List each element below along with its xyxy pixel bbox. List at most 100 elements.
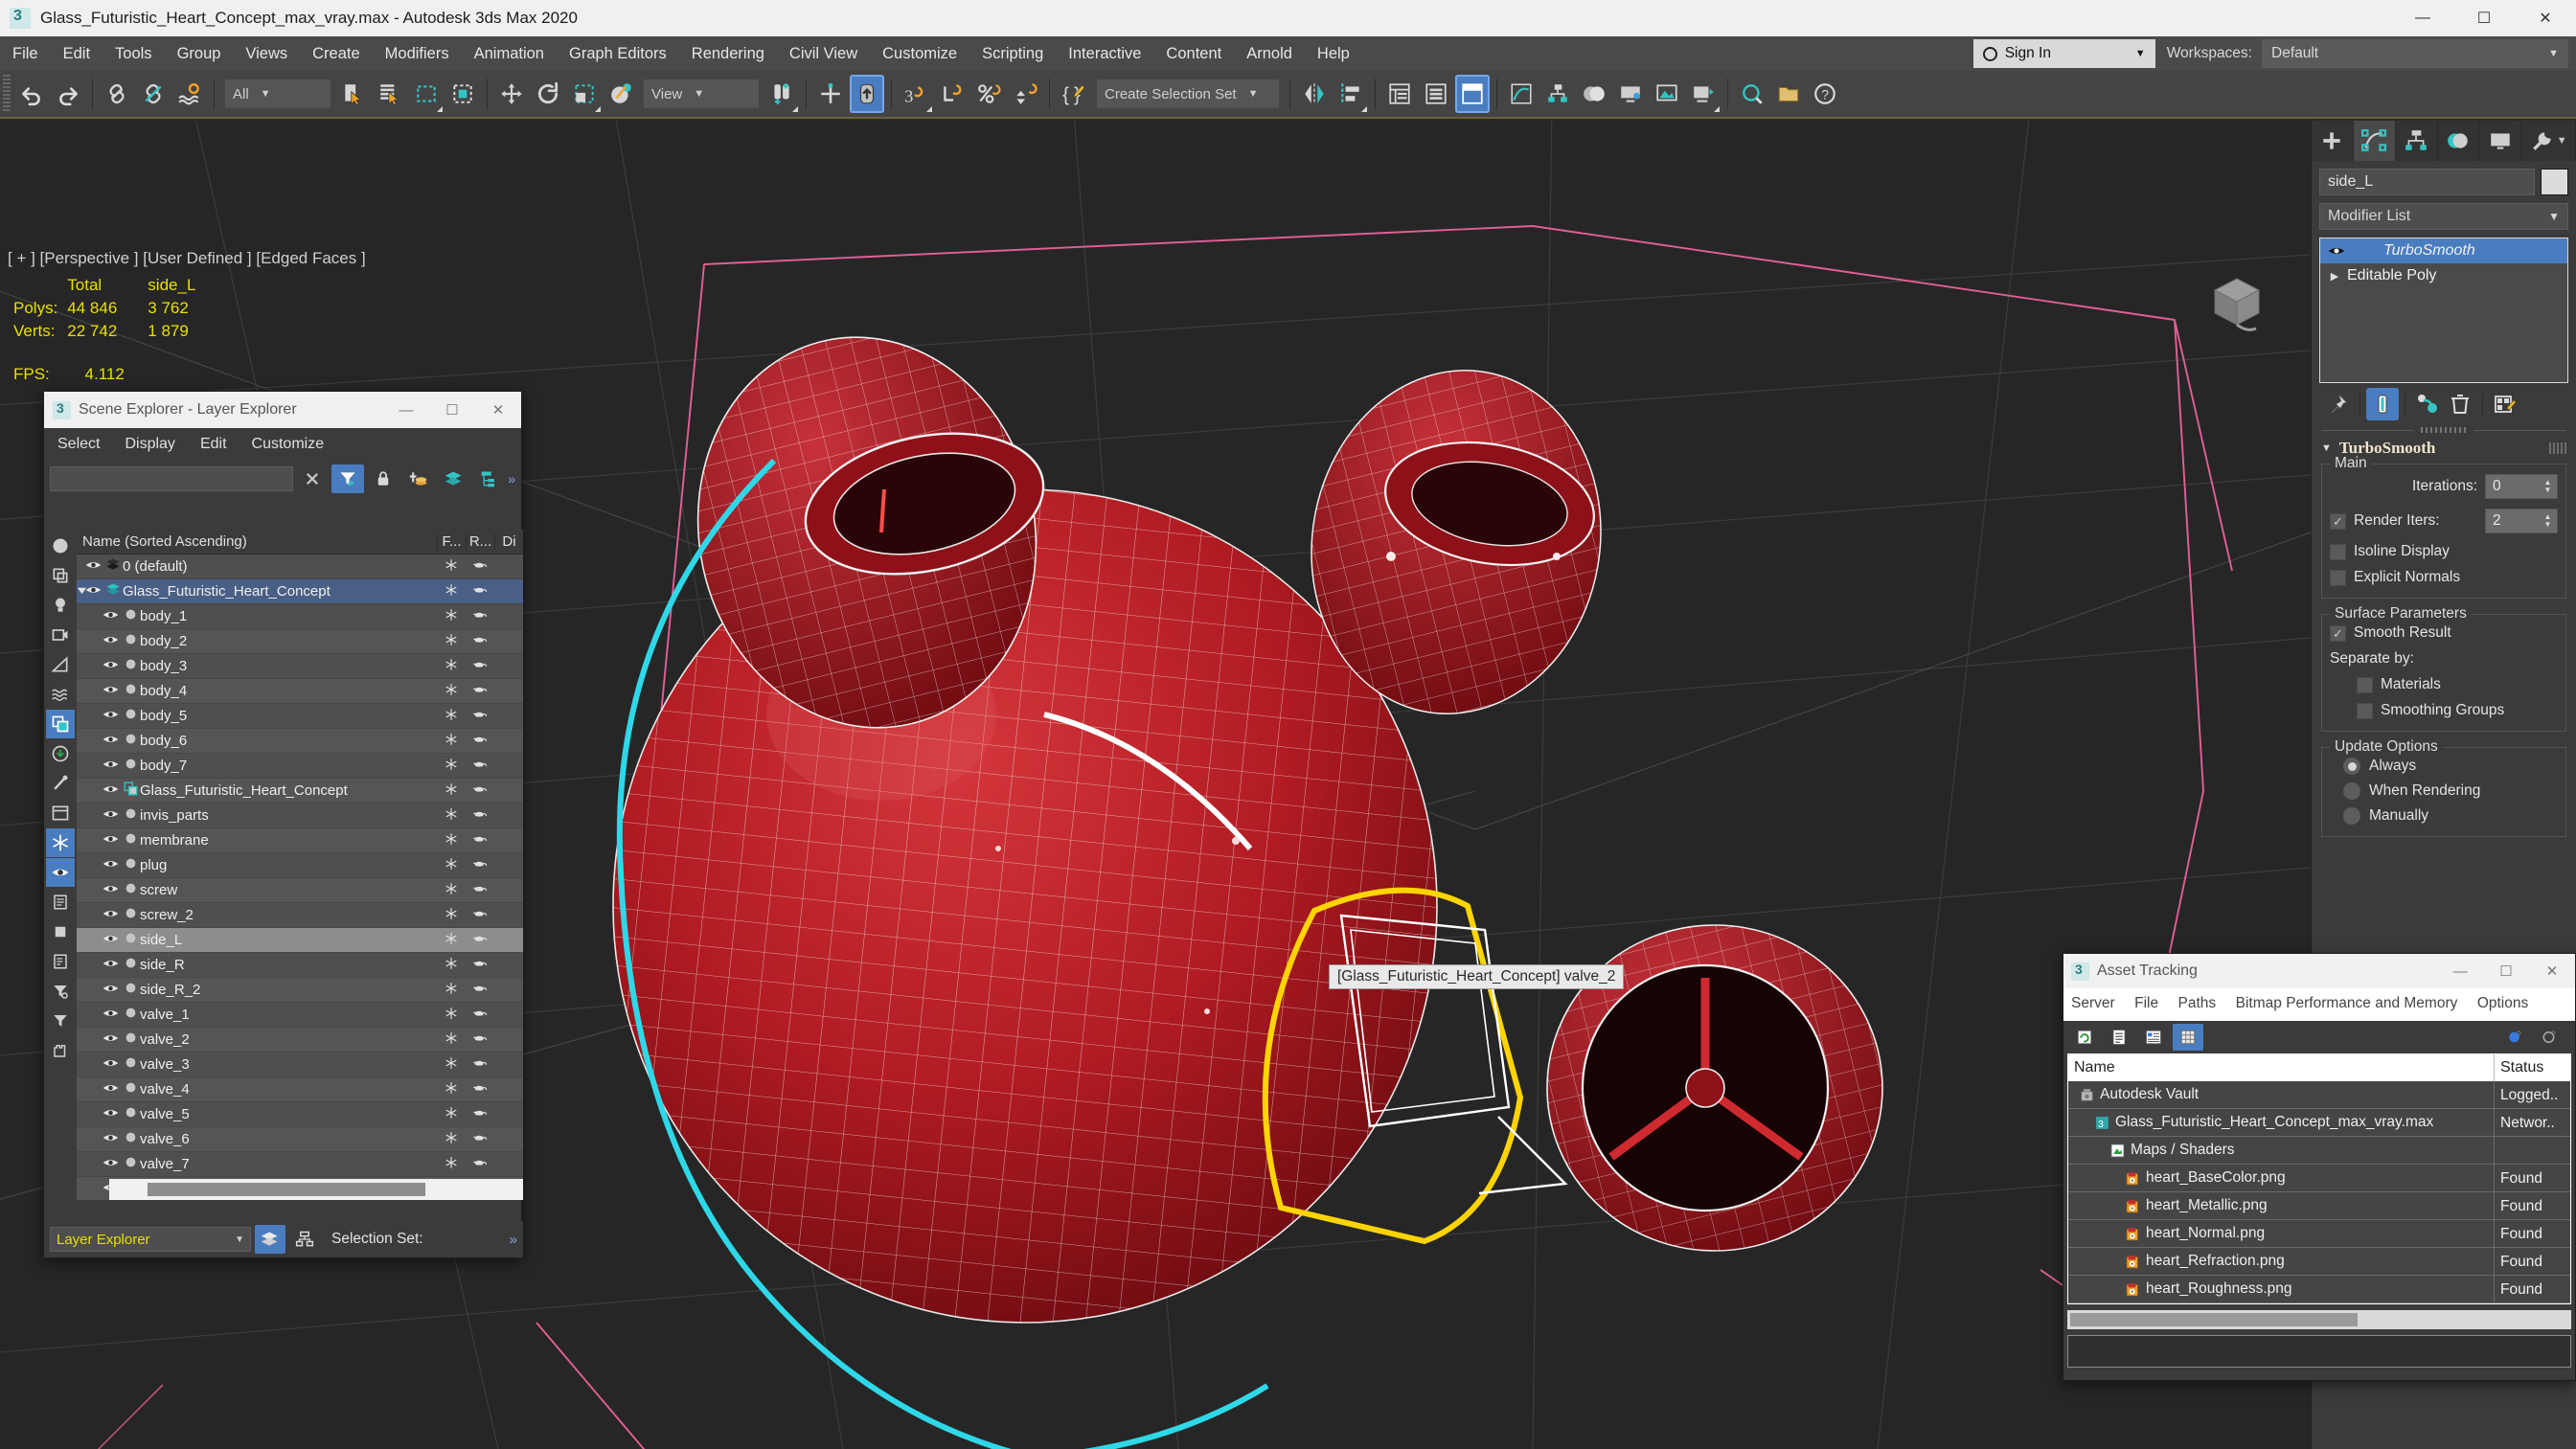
render-cell-icon[interactable] — [466, 683, 494, 699]
make-unique-icon[interactable] — [2411, 388, 2444, 420]
maximize-icon[interactable]: ☐ — [429, 392, 475, 428]
freeze-cell-icon[interactable] — [437, 1156, 466, 1173]
iterations-spinner[interactable]: 0 ▲ ▼ — [2485, 474, 2558, 499]
render-cell-icon[interactable] — [466, 733, 494, 749]
isoline-display-checkbox[interactable] — [2330, 543, 2346, 560]
render-cell-icon[interactable] — [466, 1081, 494, 1098]
layer-row-membrane[interactable]: membrane — [77, 828, 523, 853]
asset-row[interactable]: Autodesk Vault Logged.. — [2068, 1080, 2570, 1109]
menu-views[interactable]: Views — [233, 36, 300, 71]
remove-modifier-icon[interactable] — [2444, 388, 2476, 420]
freeze-cell-icon[interactable] — [437, 583, 466, 600]
toggle-ribbon-icon[interactable] — [1455, 75, 1490, 113]
layer-row-body-2[interactable]: body_2 — [77, 629, 523, 654]
render-setup-icon[interactable] — [1613, 75, 1648, 113]
visibility-eye-icon[interactable] — [100, 1131, 121, 1147]
menu-interactive[interactable]: Interactive — [1056, 36, 1153, 71]
expand-arrow-icon[interactable]: ▶ — [2324, 270, 2345, 283]
select-and-rotate-icon[interactable] — [531, 75, 565, 113]
vault-help-icon[interactable]: ? — [2535, 1024, 2565, 1051]
layer-row-plug[interactable]: plug — [77, 853, 523, 878]
freeze-cell-icon[interactable] — [437, 683, 466, 700]
render-cell-icon[interactable] — [466, 882, 494, 898]
layer-list-hscrollbar[interactable] — [109, 1179, 523, 1200]
filter-clear-icon[interactable] — [46, 1007, 75, 1035]
scrollbar-thumb[interactable] — [2070, 1313, 2358, 1326]
layer-row-valve-2[interactable]: valve_2 — [77, 1028, 523, 1053]
visibility-eye-icon[interactable] — [100, 957, 121, 973]
notes-icon[interactable] — [46, 947, 75, 976]
freeze-cell-icon[interactable] — [437, 857, 466, 874]
layer-row-valve-6[interactable]: valve_6 — [77, 1127, 523, 1152]
details-view-icon[interactable] — [2138, 1024, 2169, 1051]
menu-edit[interactable]: Edit — [51, 36, 103, 71]
visibility-eye-icon[interactable] — [100, 932, 121, 948]
visibility-eye-icon[interactable] — [100, 608, 121, 624]
refresh-icon[interactable] — [2069, 1024, 2100, 1051]
reference-coordinate-dropdown[interactable]: View ▼ — [644, 79, 759, 108]
layer-list[interactable]: Name (Sorted Ascending) F... R... Di 0 (… — [77, 530, 523, 1200]
grid-view-icon[interactable] — [2173, 1024, 2203, 1051]
freeze-cell-icon[interactable] — [437, 782, 466, 800]
column-display[interactable]: Di — [494, 533, 523, 550]
freeze-cell-icon[interactable] — [437, 1031, 466, 1049]
bind-to-space-warp-icon[interactable] — [172, 75, 207, 113]
layer-row-valve-5[interactable]: valve_5 — [77, 1102, 523, 1127]
freeze-cell-icon[interactable] — [437, 807, 466, 825]
layer-row-valve-3[interactable]: valve_3 — [77, 1053, 523, 1077]
mirror-icon[interactable] — [1297, 75, 1332, 113]
percent-snap-toggle-icon[interactable] — [971, 75, 1006, 113]
render-cell-icon[interactable] — [466, 608, 494, 624]
smoothing-groups-checkbox[interactable] — [2357, 702, 2373, 719]
layer-row-invis-parts[interactable]: invis_parts — [77, 804, 523, 828]
material-editor-icon[interactable] — [1577, 75, 1611, 113]
freeze-cell-icon[interactable] — [437, 558, 466, 576]
filter-space-warps-icon[interactable] — [46, 680, 75, 709]
visibility-eye-icon[interactable] — [100, 633, 121, 649]
snaps-toggle-icon[interactable] — [850, 75, 884, 113]
toggle-scene-explorer-icon[interactable] — [1382, 75, 1417, 113]
freeze-cell-icon[interactable] — [437, 882, 466, 899]
stack-item-turbosmooth[interactable]: TurboSmooth — [2320, 238, 2567, 263]
filter-helpers-icon[interactable] — [46, 650, 75, 679]
visibility-eye-icon[interactable] — [100, 982, 121, 998]
lock-icon[interactable] — [367, 464, 399, 493]
menu-help[interactable]: Help — [1305, 36, 1362, 71]
angle-snap-3d-icon[interactable]: 3 — [899, 75, 933, 113]
utilities-tab-icon[interactable]: ▼ — [2521, 121, 2576, 161]
spinner-arrows-icon[interactable]: ▲ ▼ — [2542, 479, 2557, 494]
visibility-eye-icon[interactable] — [100, 857, 121, 873]
toggle-layer-explorer-icon[interactable] — [1419, 75, 1453, 113]
render-cell-icon[interactable] — [466, 857, 494, 873]
filter-bones-icon[interactable] — [46, 769, 75, 798]
visibility-eye-icon[interactable] — [100, 882, 121, 898]
freeze-cell-icon[interactable] — [437, 832, 466, 849]
asset-row[interactable]: Maps / Shaders — [2068, 1136, 2570, 1165]
modifier-list-dropdown[interactable]: Modifier List ▼ — [2319, 203, 2568, 230]
layer-row-body-6[interactable]: body_6 — [77, 729, 523, 754]
object-color-swatch[interactable] — [2541, 169, 2568, 195]
rectangular-selection-region-icon[interactable] — [409, 75, 444, 113]
layer-row-body-4[interactable]: body_4 — [77, 679, 523, 704]
menu-content[interactable]: Content — [1153, 36, 1234, 71]
render-cell-icon[interactable] — [466, 1031, 494, 1048]
at-menu-file[interactable]: File — [2134, 995, 2158, 1011]
column-name[interactable]: Name (Sorted Ascending) — [77, 533, 437, 550]
view-cube-icon[interactable] — [2203, 269, 2270, 336]
visibility-eye-icon[interactable] — [82, 583, 103, 600]
hierarchy-icon[interactable] — [473, 464, 506, 493]
filter-shapes-icon[interactable] — [46, 561, 75, 590]
minimize-icon[interactable]: — — [2392, 0, 2453, 36]
freeze-cell-icon[interactable] — [437, 1081, 466, 1098]
visibility-eye-icon[interactable] — [100, 1007, 121, 1023]
select-object-icon[interactable] — [336, 75, 371, 113]
visibility-eye-icon[interactable] — [100, 1081, 121, 1098]
freeze-cell-icon[interactable] — [437, 1056, 466, 1074]
collapse-arrow-icon[interactable]: ▼ — [2321, 442, 2332, 454]
at-menu-paths[interactable]: Paths — [2178, 995, 2217, 1011]
freeze-cell-icon[interactable] — [437, 1007, 466, 1024]
spinner-arrows-icon[interactable]: ▲ ▼ — [2542, 513, 2557, 529]
layer-row-side-r[interactable]: side_R — [77, 953, 523, 978]
select-and-move-icon[interactable] — [494, 75, 529, 113]
pin-stack-icon[interactable] — [2321, 388, 2354, 420]
